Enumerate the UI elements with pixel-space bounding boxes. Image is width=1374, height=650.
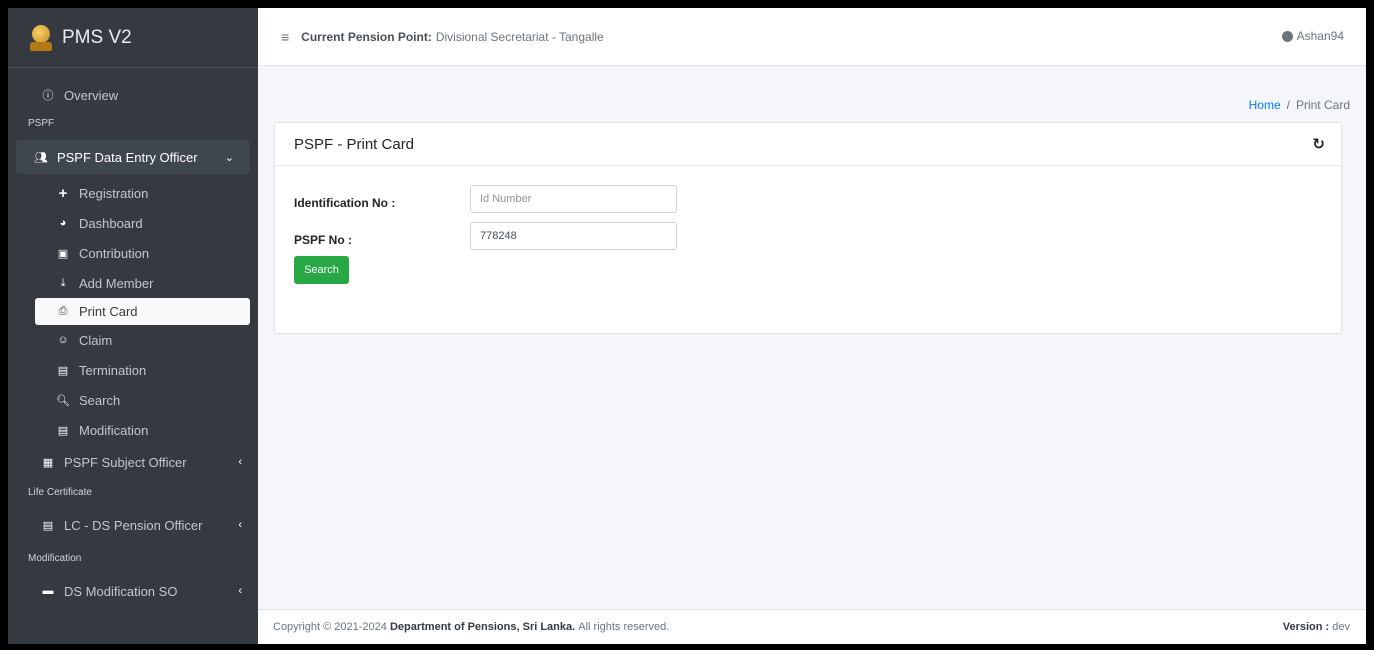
id-number-row: Identification No : (294, 185, 677, 213)
sidebar-item-label: Registration (79, 185, 149, 201)
sidebar-item-label: Termination (79, 362, 147, 378)
folder-icon: ▬ (42, 585, 54, 597)
sidebar-item-dashboard[interactable]: ◕ Dashboard (8, 208, 258, 238)
chevron-left-icon: ‹ (238, 456, 242, 468)
sidebar-item-label: Add Member (79, 275, 154, 291)
print-card-panel: PSPF - Print Card ↻ Identification No : … (274, 122, 1342, 334)
sidebar-item-claim[interactable]: ☺ Claim (8, 325, 258, 355)
file-icon: ▤ (57, 364, 69, 377)
sidebar-item-lc-ds-pension-officer[interactable]: ▤ LC - DS Pension Officer ‹ (8, 505, 258, 545)
file-icon: ▤ (42, 519, 54, 532)
user-cog-icon: ☺ (57, 334, 69, 346)
card-header: PSPF - Print Card ↻ (275, 123, 1341, 166)
emblem-logo (30, 24, 52, 51)
id-number-label: Identification No : (294, 196, 396, 210)
footer: Copyright © 2021-2024 Department of Pens… (258, 609, 1366, 644)
sidebar-item-label: PSPF Data Entry Officer (56, 149, 198, 165)
sidebar-item-termination[interactable]: ▤ Termination (8, 355, 258, 385)
chevron-down-icon: ⌄ (224, 151, 234, 164)
version-info: Version : dev (1283, 621, 1350, 633)
sidebar-item-ds-modification-so[interactable]: ▬ DS Modification SO ‹ (8, 571, 258, 611)
app-frame: PMS V2 ⓘ Overview PSPF 👥︎ PSPF Data Entr… (8, 8, 1366, 644)
pspf-number-label: PSPF No : (294, 233, 353, 247)
sidebar-item-label: LC - DS Pension Officer (64, 517, 203, 533)
breadcrumb-home-link[interactable]: Home (1249, 98, 1281, 112)
section-header-life-certificate: Life Certificate (28, 486, 92, 498)
user-circle-icon (1281, 30, 1293, 42)
id-number-input[interactable] (470, 185, 677, 213)
breadcrumb-separator: / (1286, 98, 1290, 112)
download-icon: ⤓ (60, 276, 66, 289)
breadcrumb-current: Print Card (1295, 98, 1350, 112)
card-title: PSPF - Print Card (294, 135, 415, 153)
pension-point-label: Current Pension Point: (301, 29, 432, 44)
refresh-icon[interactable]: ↻ (1312, 135, 1325, 153)
rights-text: All rights reserved. (578, 621, 670, 633)
copyright-text: Copyright © 2021-2024 (273, 621, 387, 633)
sidebar: PMS V2 ⓘ Overview PSPF 👥︎ PSPF Data Entr… (8, 8, 258, 644)
section-header-pspf: PSPF (28, 117, 55, 129)
print-icon: ⎙ (58, 305, 68, 317)
sidebar-item-label: PSPF Subject Officer (64, 454, 187, 470)
version-value: dev (1332, 621, 1350, 633)
sidebar-item-modification[interactable]: ▤ Modification (8, 415, 258, 445)
pspf-number-input[interactable] (470, 222, 677, 250)
money-bill-icon: ▣ (57, 247, 69, 260)
sidebar-group-pspf-data-entry[interactable]: 👥︎ PSPF Data Entry Officer ⌄ (16, 140, 250, 174)
pspf-number-row: PSPF No : (294, 222, 677, 250)
version-label: Version : (1282, 621, 1330, 633)
sidebar-item-pspf-subject-officer[interactable]: ▦ PSPF Subject Officer ‹ (8, 445, 258, 479)
plus-icon: + (58, 184, 68, 202)
sidebar-item-registration[interactable]: + Registration (8, 178, 258, 208)
sidebar-item-label: Search (79, 392, 121, 408)
sidebar-item-add-member[interactable]: ⤓ Add Member (8, 268, 258, 298)
sidebar-item-label: Dashboard (79, 215, 143, 231)
sidebar-nav: ⓘ Overview PSPF 👥︎ PSPF Data Entry Offic… (8, 68, 258, 611)
sidebar-item-label: Modification (79, 422, 149, 438)
search-icon: 🔍︎ (56, 394, 70, 407)
top-navbar: ≡ Current Pension Point: Divisional Secr… (258, 8, 1366, 66)
sidebar-item-contribution[interactable]: ▣ Contribution (8, 238, 258, 268)
sidebar-item-label: Claim (79, 332, 113, 348)
search-button[interactable]: Search (294, 256, 349, 284)
sidebar-item-label: Print Card (79, 304, 138, 319)
section-header-modification: Modification (28, 552, 82, 564)
breadcrumb: Home / Print Card (1249, 98, 1350, 112)
sidebar-item-label: DS Modification SO (64, 583, 178, 599)
dashboard-icon: ◕ (59, 217, 67, 229)
sidebar-item-search[interactable]: 🔍︎ Search (8, 385, 258, 415)
org-name: Department of Pensions, Sri Lanka. (389, 621, 576, 633)
pension-point-value: Divisional Secretariat - Tangalle (435, 29, 604, 44)
sidebar-item-print-card[interactable]: ⎙ Print Card (35, 298, 250, 325)
brand-link[interactable]: PMS V2 (8, 8, 258, 68)
info-circle-icon: ⓘ (42, 90, 54, 102)
brand-title: PMS V2 (62, 26, 132, 48)
users-icon: 👥︎ (34, 151, 48, 164)
sidebar-item-overview[interactable]: ⓘ Overview (8, 80, 258, 110)
sidebar-item-label: Contribution (79, 245, 150, 261)
chevron-left-icon: ‹ (238, 585, 242, 597)
username: Ashan94 (1296, 29, 1344, 43)
archive-icon: ▦ (42, 456, 54, 469)
hamburger-menu-icon[interactable]: ≡ (281, 29, 289, 45)
chevron-left-icon: ‹ (238, 519, 242, 531)
user-menu[interactable]: Ashan94 (1281, 29, 1344, 43)
sidebar-item-label: Overview (64, 87, 119, 103)
file-icon: ▤ (57, 424, 69, 437)
